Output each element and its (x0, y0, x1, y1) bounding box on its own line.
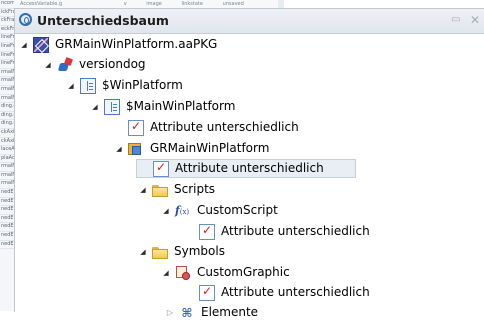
tree-node-package[interactable]: ◢ GRMainWinPlatform.aaPKG (19, 35, 217, 54)
background-row: nedEn (0, 198, 14, 207)
background-header-cell: image (146, 1, 162, 7)
collapsed-arrow-icon[interactable]: ▷ (165, 308, 175, 317)
panel-titlebar[interactable]: Unterschiedsbaum ▭ ✕ (15, 9, 484, 34)
folder-icon (152, 182, 168, 198)
expanded-arrow-icon[interactable]: ◢ (138, 186, 148, 194)
background-row: nedEn (0, 189, 14, 198)
tree-node-winplatform[interactable]: ◢ $WinPlatform (66, 76, 183, 95)
background-row: ding.g (0, 120, 14, 129)
tree-node-label: Attribute unterschiedlich (150, 120, 299, 134)
tree-node-label: Elemente (201, 305, 259, 319)
tree-node-attribute-diff[interactable]: Attribute unterschiedlich (114, 118, 299, 137)
expanded-arrow-icon[interactable]: ◢ (66, 82, 76, 90)
tree-node-label: Scripts (174, 182, 216, 196)
info-icon (19, 13, 32, 26)
background-row: lineFrai (0, 52, 14, 61)
attribute-diff-icon (153, 160, 169, 177)
tree-node-label: GRMainWinPlatform (150, 141, 270, 155)
background-header-cell: unsaved (222, 1, 244, 7)
platform-icon (104, 98, 120, 115)
background-row: rmalFr (0, 77, 14, 86)
background-row: rmalFr (0, 86, 14, 95)
background-row: nedEn (0, 215, 14, 224)
background-scrollbar[interactable] (278, 0, 284, 8)
tree-node-label: GRMainWinPlatform.aaPKG (55, 37, 218, 51)
expanded-arrow-icon[interactable]: ◢ (19, 41, 29, 49)
float-window-icon[interactable]: ▭ (451, 14, 460, 26)
tree-node-grmainwinplatform[interactable]: ◢ GRMainWinPlatform (114, 139, 269, 158)
tree-node-label: Symbols (174, 244, 225, 258)
tree-node-elemente[interactable]: ▷ ⌘ Elemente (165, 303, 258, 322)
tree-node-attribute-diff-selected[interactable]: Attribute unterschiedlich (136, 159, 356, 178)
background-row: rmalFr (0, 163, 14, 172)
background-row: rmalFr (0, 180, 14, 190)
expanded-arrow-icon[interactable]: ◢ (161, 207, 171, 215)
tree-node-attribute-diff[interactable]: Attribute unterschiedlich (185, 283, 370, 302)
instance-icon (128, 141, 144, 157)
background-row: lineFra (0, 60, 14, 69)
background-row: lineFra (0, 34, 14, 43)
expanded-arrow-icon[interactable]: ◢ (43, 61, 53, 69)
tree-node-label: $WinPlatform (102, 78, 183, 92)
tree-node-customgraphic[interactable]: ◢ CustomGraphic (161, 263, 290, 282)
background-row: laceAd (0, 146, 14, 155)
tree-node-label: Attribute unterschiedlich (221, 224, 370, 238)
folder-icon (152, 244, 168, 260)
background-list: ncomponent.gickFramickFramieckFramilineF… (0, 0, 15, 311)
close-icon[interactable]: ✕ (470, 14, 480, 26)
attribute-diff-icon (128, 119, 144, 136)
expanded-arrow-icon[interactable]: ◢ (114, 145, 124, 153)
background-row: nedEn (0, 241, 14, 250)
background-row: ckAxis (0, 138, 14, 147)
panel-title: Unterschiedsbaum (37, 13, 169, 28)
package-icon (33, 36, 49, 53)
background-row: ickFrami (0, 9, 14, 18)
tree-node-mainwinplatform[interactable]: ◢ $MainWinPlatform (90, 97, 235, 116)
background-row: rmalFr (0, 172, 14, 181)
tree-node-label: Attribute unterschiedlich (175, 161, 324, 175)
background-row: ding.g (0, 112, 14, 121)
background-row: plaAd (0, 155, 14, 164)
tree-node-versiondog[interactable]: ◢ versiondog (43, 55, 146, 74)
background-header-cell: AccessVariable.g (20, 1, 63, 7)
versiondog-icon (57, 57, 73, 73)
difference-tree-panel: Unterschiedsbaum ▭ ✕ ◢ GRMainWinPlatform… (14, 8, 484, 320)
background-row: rmalFr (0, 69, 14, 78)
background-header-cell: v (123, 1, 127, 7)
background-row: ckAxis (0, 129, 14, 138)
tree-node-scripts[interactable]: ◢ Scripts (138, 180, 215, 199)
script-icon: f(x) (175, 203, 190, 217)
tree-node-label: CustomScript (197, 203, 278, 217)
background-row: nedEn (0, 206, 14, 215)
expanded-arrow-icon[interactable]: ◢ (138, 248, 148, 256)
attribute-diff-icon (199, 284, 215, 301)
platform-icon (80, 77, 96, 94)
background-row: eckFrami (0, 26, 14, 35)
attribute-diff-icon (199, 223, 215, 240)
tree-node-customscript[interactable]: ◢ f(x) CustomScript (161, 201, 278, 220)
tree-node-attribute-diff[interactable]: Attribute unterschiedlich (185, 222, 370, 241)
background-header-cell: linkstate (181, 1, 203, 7)
background-row: nedEn (0, 232, 14, 241)
background-row: ding.g (0, 103, 14, 112)
tree-node-label: CustomGraphic (197, 265, 290, 279)
tree-node-symbols[interactable]: ◢ Symbols (138, 242, 225, 261)
tree-node-label: $MainWinPlatform (126, 99, 236, 113)
background-row: nedEn (0, 223, 14, 233)
expanded-arrow-icon[interactable]: ◢ (161, 269, 171, 277)
elements-icon: ⌘ (181, 305, 193, 320)
background-row: rmalFr (0, 95, 14, 104)
background-row: ncomponent.g (0, 0, 14, 9)
graphic-icon (175, 265, 191, 281)
tree-node-label: Attribute unterschiedlich (221, 285, 370, 299)
difference-tree: ◢ GRMainWinPlatform.aaPKG ◢ versiondog ◢… (15, 34, 484, 320)
tree-node-label: versiondog (79, 57, 146, 71)
background-row: lineFra (0, 43, 14, 52)
background-row: ckFrami (0, 17, 14, 26)
expanded-arrow-icon[interactable]: ◢ (90, 103, 100, 111)
